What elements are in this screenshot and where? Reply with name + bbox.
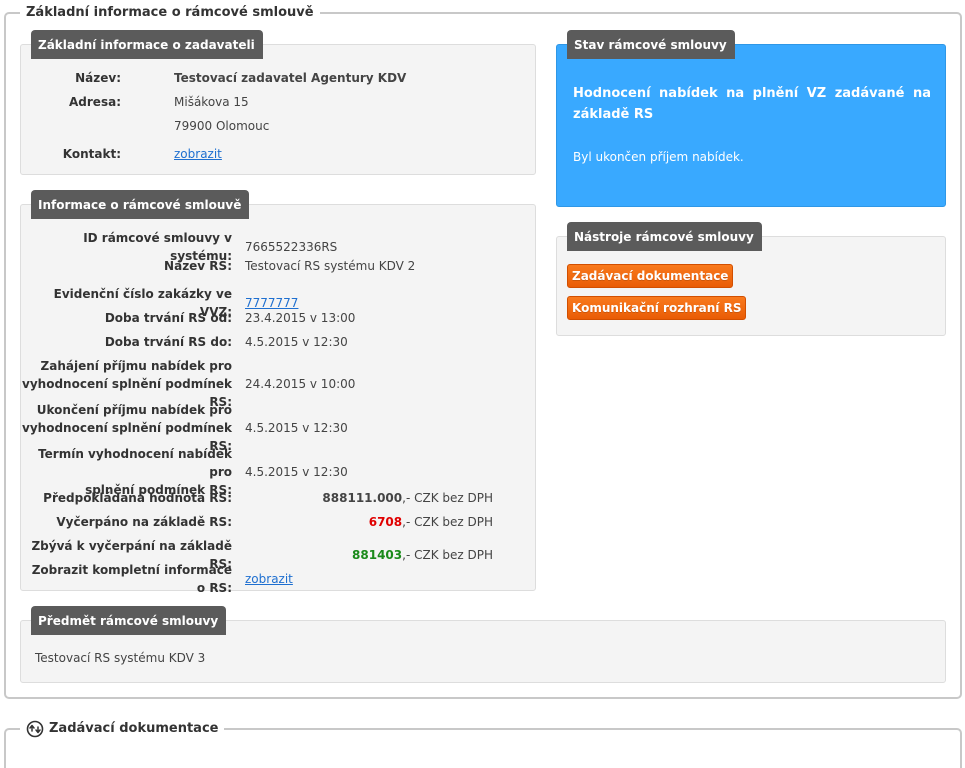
label-line: Termín vyhodnocení nabídek pro bbox=[38, 447, 232, 479]
predmet-panel: Předmět rámcové smlouvy Testovací RS sys… bbox=[20, 606, 946, 683]
vycerpano-value: 6708,- CZK bez DPH bbox=[245, 513, 493, 531]
info-row-value: 4.5.2015 v 12:30 bbox=[245, 335, 348, 349]
kontakt-link[interactable]: zobrazit bbox=[174, 145, 222, 163]
label-line: Zahájení příjmu nabídek pro bbox=[40, 359, 232, 373]
info-row-label: Doba trvání RS od: bbox=[104, 311, 232, 325]
nazev-value: Testovací zadavatel Agentury KDV bbox=[174, 71, 407, 85]
zadavaci-fieldset-title: Zadávací dokumentace bbox=[49, 721, 219, 736]
vycerpano-label: Vyčerpáno na základě RS: bbox=[56, 515, 232, 529]
predmet-text: Testovací RS systému KDV 3 bbox=[35, 651, 206, 665]
currency-suffix: ,- CZK bez DPH bbox=[402, 548, 493, 562]
info-rs-panel-title: Informace o rámcové smlouvě bbox=[31, 190, 250, 219]
info-row-value: 23.4.2015 v 13:00 bbox=[245, 311, 356, 325]
currency-suffix: ,- CZK bez DPH bbox=[402, 515, 493, 529]
adresa-line2: 79900 Olomouc bbox=[174, 119, 270, 133]
zadavaci-fieldset-legend[interactable]: Zadávací dokumentace bbox=[20, 720, 225, 738]
label-line: Ukončení příjmu nabídek pro bbox=[36, 403, 232, 417]
predmet-panel-title: Předmět rámcové smlouvy bbox=[31, 606, 227, 635]
kontakt-label: Kontakt: bbox=[62, 147, 121, 161]
info-row-value: 24.4.2015 v 10:00 bbox=[245, 377, 356, 391]
info-row-value: 4.5.2015 v 12:30 bbox=[245, 465, 348, 479]
vycerpano-amount: 6708 bbox=[368, 515, 403, 529]
currency-suffix: ,- CZK bez DPH bbox=[402, 491, 493, 505]
stav-text: Byl ukončen příjem nabídek. bbox=[573, 150, 744, 164]
stav-panel-title: Stav rámcové smlouvy bbox=[567, 30, 735, 59]
predpokladana-value: 888111.000,- CZK bez DPH bbox=[245, 489, 493, 507]
nazev-label: Název: bbox=[75, 71, 121, 85]
zadavatel-panel-title: Základní informace o zadavateli bbox=[31, 30, 263, 59]
stav-heading: Hodnocení nabídek na plnění VZ zadávané … bbox=[573, 86, 931, 122]
info-rs-panel: Informace o rámcové smlouvě ID rámcové s… bbox=[20, 190, 536, 595]
stav-panel: Stav rámcové smlouvy Hodnocení nabídek n… bbox=[556, 30, 946, 207]
info-row-label: Doba trvání RS do: bbox=[104, 335, 232, 349]
info-row-value: 7665522336RS bbox=[245, 240, 338, 254]
zadavaci-fieldset: Zadávací dokumentace bbox=[4, 720, 962, 768]
main-fieldset-title: Základní informace o rámcové smlouvě bbox=[26, 5, 314, 20]
adresa-label: Adresa: bbox=[69, 95, 121, 109]
zadavatel-panel: Základní informace o zadavateli Název: T… bbox=[20, 30, 536, 175]
zadavaci-dokumentace-button[interactable]: Zadávací dokumentace bbox=[567, 264, 734, 288]
adresa-line1: Mišákova 15 bbox=[174, 95, 249, 109]
komunikacni-rozhrani-button[interactable]: Komunikační rozhraní RS bbox=[567, 296, 747, 320]
predpokladana-label: Předpokládaná hodnota RS: bbox=[43, 491, 232, 505]
predpokladana-amount: 888111.000 bbox=[322, 491, 403, 505]
info-row-label: Název RS: bbox=[164, 259, 232, 273]
info-row-value: 4.5.2015 v 12:30 bbox=[245, 421, 348, 435]
nastroje-panel: Nástroje rámcové smlouvy Zadávací dokume… bbox=[556, 222, 946, 336]
zbyva-amount: 881403 bbox=[352, 548, 403, 562]
kompletni-link[interactable]: zobrazit bbox=[245, 570, 293, 588]
main-fieldset-legend: Základní informace o rámcové smlouvě bbox=[20, 5, 320, 21]
info-row-value: Testovací RS systému KDV 2 bbox=[245, 259, 416, 273]
kompletni-label: Zobrazit kompletní informace o RS: bbox=[31, 563, 232, 595]
nastroje-panel-title: Nástroje rámcové smlouvy bbox=[567, 222, 762, 251]
toggle-arrows-icon[interactable] bbox=[26, 720, 44, 738]
